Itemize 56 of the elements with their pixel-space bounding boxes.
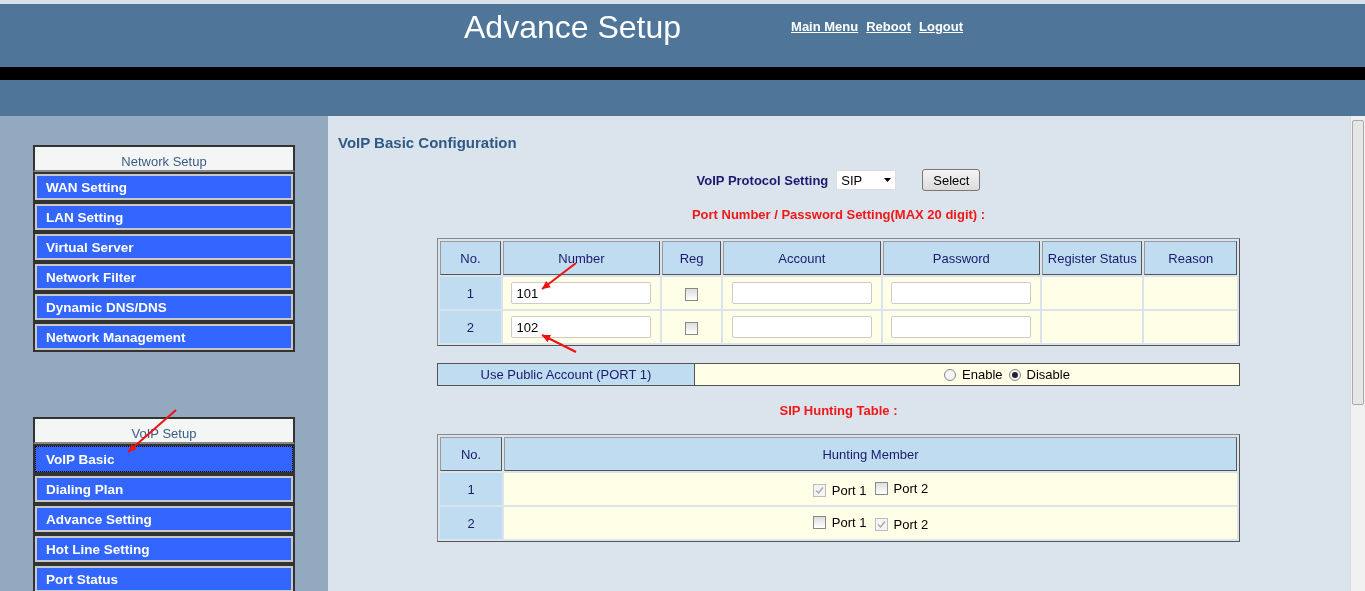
sidebar-item[interactable]: Virtual Server [33, 232, 295, 262]
checkbox[interactable] [685, 321, 699, 335]
column-header: No. [440, 437, 502, 471]
table-cell: 2 [440, 507, 502, 539]
checkbox[interactable] [874, 481, 888, 495]
sidebar-item[interactable]: Port Status [33, 564, 295, 591]
sidebar-item[interactable]: Advance Setting [33, 504, 295, 534]
column-header: Password [882, 241, 1040, 275]
select-button[interactable]: Select [922, 169, 981, 191]
field-label: Use Public Account (PORT 1) [438, 364, 695, 385]
checkbox-label: Port 2 [893, 516, 929, 532]
header-link[interactable]: Logout [919, 19, 964, 34]
column-header: Reason [1144, 241, 1237, 275]
table-cell: 1 [440, 473, 502, 505]
column-header: Account [723, 241, 881, 275]
checkbox-label: Port 2 [893, 480, 929, 496]
sidebar-item[interactable]: WAN Setting [33, 172, 295, 202]
radio-button[interactable] [944, 368, 957, 381]
sidebar-item[interactable]: LAN Setting [33, 202, 295, 232]
checkbox-label: Port 1 [831, 514, 867, 530]
radio-label: Disable [1026, 367, 1070, 382]
table-cell: 1 [440, 277, 501, 309]
menu-group-header: Network Setup [33, 145, 295, 172]
column-header: No. [440, 241, 501, 275]
account-field[interactable] [731, 316, 872, 338]
number-field[interactable]: 102 [511, 316, 652, 338]
number-field[interactable]: 101 [511, 282, 652, 304]
table-cell: 2 [440, 311, 501, 343]
account-field[interactable] [731, 282, 872, 304]
radio-button[interactable] [1008, 368, 1021, 381]
sidebar-item[interactable]: Hot Line Setting [33, 534, 295, 564]
sidebar-item[interactable]: VoIP Basic [33, 444, 295, 474]
column-header: Register Status [1042, 241, 1143, 275]
sidebar-item[interactable]: Dialing Plan [33, 474, 295, 504]
field-label: VoIP Protocol Setting [696, 172, 829, 188]
password-field[interactable] [891, 282, 1032, 304]
sidebar-item[interactable]: Network Filter [33, 262, 295, 292]
sidebar-item[interactable]: Dynamic DNS/DNS [33, 292, 295, 322]
scrollbar[interactable] [1350, 116, 1365, 591]
table-title: SIP Hunting Table : [778, 403, 899, 418]
column-header: Number [502, 241, 661, 275]
column-header: Reg [662, 241, 722, 275]
checkbox[interactable] [812, 515, 826, 529]
header-link[interactable]: Reboot [866, 19, 911, 34]
radio-label: Enable [962, 367, 1003, 382]
dropdown-caret-icon [884, 178, 892, 182]
password-field[interactable] [891, 316, 1032, 338]
section-heading: VoIP Basic Configuration [338, 134, 518, 151]
table-title: Port Number / Password Setting(MAX 20 digit) : [690, 207, 987, 222]
header-link[interactable]: Main Menu [791, 19, 859, 34]
checkbox[interactable] [685, 287, 699, 301]
checkbox-label: Port 1 [831, 482, 867, 498]
page-title: Advance Setup [464, 9, 682, 45]
sidebar-item[interactable]: Network Management [33, 322, 295, 352]
protocol-select[interactable]: SIP [836, 170, 897, 190]
column-header: Hunting Member [504, 437, 1237, 471]
